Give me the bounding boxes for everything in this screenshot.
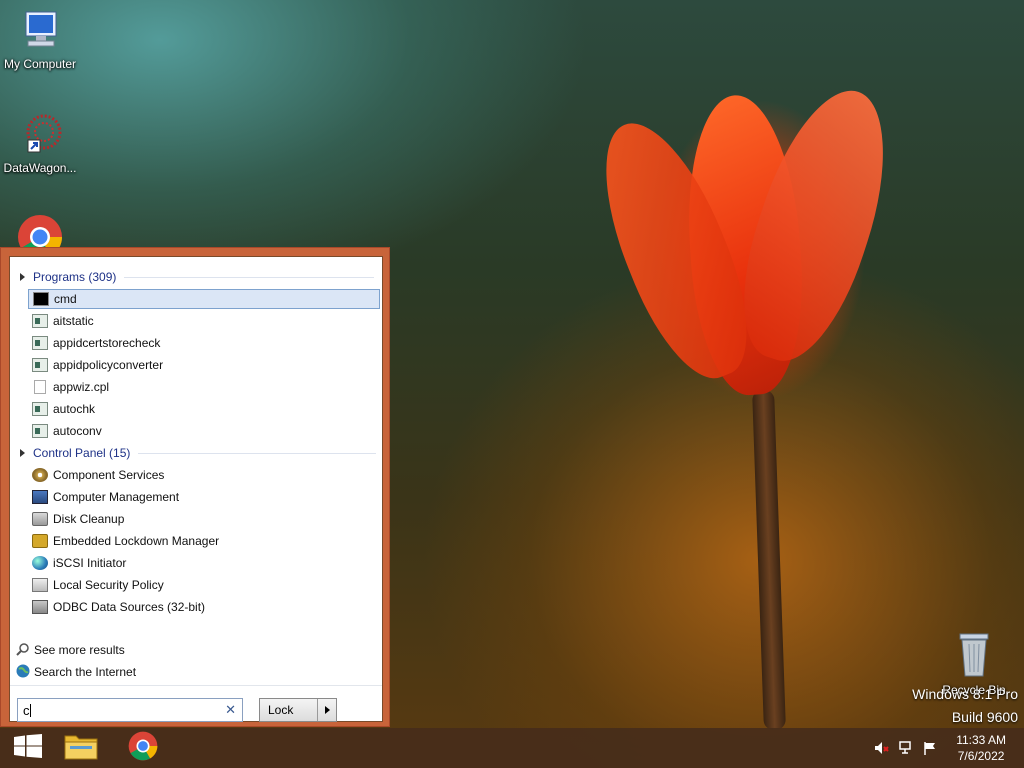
list-item[interactable]: autoconv bbox=[28, 421, 380, 441]
cmd-icon bbox=[33, 292, 49, 306]
item-label: aitstatic bbox=[53, 314, 94, 328]
search-internet-label: Search the Internet bbox=[34, 665, 137, 679]
file-icon bbox=[34, 380, 46, 394]
taskbar: 11:33 AM 7/6/2022 bbox=[0, 728, 1024, 768]
list-item[interactable]: iSCSI Initiator bbox=[28, 553, 380, 573]
exe-icon bbox=[32, 314, 48, 328]
windows-logo-icon bbox=[14, 733, 42, 763]
item-label: Local Security Policy bbox=[53, 578, 164, 592]
list-item[interactable]: Local Security Policy bbox=[28, 575, 380, 595]
group-title: Programs (309) bbox=[33, 270, 117, 284]
expand-triangle-icon bbox=[20, 449, 25, 457]
lock-button-label: Lock bbox=[268, 703, 294, 717]
search-input[interactable]: c ✕ bbox=[17, 698, 243, 722]
exe-icon bbox=[32, 358, 48, 372]
network-icon[interactable] bbox=[898, 740, 914, 756]
list-item[interactable]: Disk Cleanup bbox=[28, 509, 380, 529]
group-title: Control Panel (15) bbox=[33, 446, 131, 460]
see-more-label: See more results bbox=[34, 643, 125, 657]
group-divider bbox=[138, 452, 377, 454]
disk-cleanup-icon bbox=[32, 512, 48, 526]
item-label: cmd bbox=[54, 292, 77, 306]
item-label: appidcertstorecheck bbox=[53, 336, 161, 350]
watermark-line-1: Windows 8.1 Pro bbox=[912, 686, 1018, 702]
chrome-icon bbox=[128, 731, 158, 766]
item-label: autoconv bbox=[53, 424, 102, 438]
taskbar-clock[interactable]: 11:33 AM 7/6/2022 bbox=[956, 732, 1006, 764]
clock-time: 11:33 AM bbox=[956, 733, 1006, 747]
desktop-icon-datawagon[interactable]: DataWagon... bbox=[0, 112, 80, 175]
wallpaper-stem bbox=[752, 389, 786, 731]
search-internet-link[interactable]: Search the Internet bbox=[16, 662, 136, 682]
exe-icon bbox=[32, 424, 48, 438]
expand-triangle-icon bbox=[20, 273, 25, 281]
clear-search-icon[interactable]: ✕ bbox=[225, 702, 236, 718]
computer-icon bbox=[0, 8, 80, 55]
desktop-icon-my-computer[interactable]: My Computer bbox=[0, 8, 80, 71]
item-label: ODBC Data Sources (32-bit) bbox=[53, 600, 206, 614]
component-services-icon bbox=[32, 468, 48, 482]
taskbar-file-explorer[interactable] bbox=[53, 728, 109, 768]
security-policy-icon bbox=[32, 578, 48, 592]
action-center-flag-icon[interactable] bbox=[922, 740, 938, 756]
group-header-control-panel[interactable]: Control Panel (15) bbox=[20, 443, 377, 463]
taskbar-chrome[interactable] bbox=[115, 728, 171, 768]
watermark-line-2: Build 9600 bbox=[951, 709, 1018, 725]
exe-icon bbox=[32, 402, 48, 416]
list-item-cmd[interactable]: cmd bbox=[28, 289, 380, 309]
item-label: appidpolicyconverter bbox=[53, 358, 164, 372]
list-item[interactable]: appidcertstorecheck bbox=[28, 333, 380, 353]
volume-muted-icon[interactable] bbox=[874, 740, 890, 756]
globe-icon bbox=[32, 556, 48, 570]
lock-button[interactable]: Lock bbox=[259, 698, 337, 722]
recycle-bin-icon bbox=[934, 630, 1014, 681]
power-options-arrow-button[interactable] bbox=[317, 699, 336, 721]
group-divider bbox=[124, 276, 375, 278]
computer-management-icon bbox=[32, 490, 48, 504]
start-menu-results: Programs (309) cmd aitstatic appidcertst… bbox=[9, 256, 383, 722]
lock-icon bbox=[32, 534, 48, 548]
magnifier-icon bbox=[16, 642, 30, 659]
list-item[interactable]: Computer Management bbox=[28, 487, 380, 507]
datawagon-shortcut-icon bbox=[0, 112, 80, 159]
text-cursor bbox=[29, 704, 31, 717]
item-label: Embedded Lockdown Manager bbox=[53, 534, 220, 548]
list-item[interactable]: Component Services bbox=[28, 465, 380, 485]
desktop-icon-label: DataWagon... bbox=[3, 161, 77, 175]
clock-date: 7/6/2022 bbox=[957, 749, 1005, 763]
list-item[interactable]: autochk bbox=[28, 399, 380, 419]
item-label: Disk Cleanup bbox=[53, 512, 125, 526]
item-label: Computer Management bbox=[53, 490, 180, 504]
odbc-icon bbox=[32, 600, 48, 614]
see-more-results-link[interactable]: See more results bbox=[16, 640, 125, 660]
arrow-right-icon bbox=[324, 706, 330, 714]
list-item[interactable]: appwiz.cpl bbox=[28, 377, 380, 397]
internet-globe-icon bbox=[16, 664, 30, 681]
item-label: appwiz.cpl bbox=[53, 380, 110, 394]
list-item[interactable]: appidpolicyconverter bbox=[28, 355, 380, 375]
exe-icon bbox=[32, 336, 48, 350]
start-menu: Programs (309) cmd aitstatic appidcertst… bbox=[0, 247, 390, 727]
list-item[interactable]: aitstatic bbox=[28, 311, 380, 331]
folder-icon bbox=[64, 731, 98, 766]
desktop-icon-label: My Computer bbox=[3, 57, 77, 71]
group-header-programs[interactable]: Programs (309) bbox=[20, 267, 375, 287]
footer-divider bbox=[10, 685, 382, 686]
item-label: iSCSI Initiator bbox=[53, 556, 127, 570]
os-watermark: Windows 8.1 Pro Build 9600 bbox=[912, 686, 1018, 725]
item-label: Component Services bbox=[53, 468, 165, 482]
start-button[interactable] bbox=[0, 728, 56, 768]
item-label: autochk bbox=[53, 402, 96, 416]
list-item[interactable]: Embedded Lockdown Manager bbox=[28, 531, 380, 551]
list-item[interactable]: ODBC Data Sources (32-bit) bbox=[28, 597, 380, 617]
